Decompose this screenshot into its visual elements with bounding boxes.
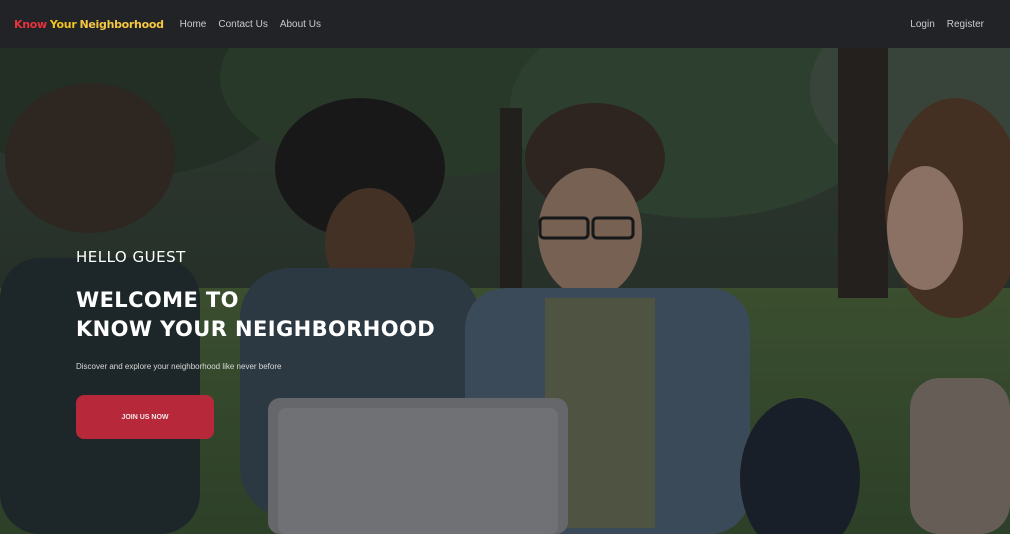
nav-link-contact-us[interactable]: Contact Us xyxy=(218,19,267,30)
nav-link-home[interactable]: Home xyxy=(180,19,207,30)
top-navbar: Know Your Neighborhood Home Contact Us A… xyxy=(0,0,1010,48)
login-link[interactable]: Login xyxy=(910,19,934,30)
brand-word-your: Your xyxy=(49,17,77,31)
brand-logo[interactable]: Know Your Neighborhood xyxy=(14,18,164,31)
hero-title-line-2: KNOW YOUR NEIGHBORHOOD xyxy=(76,317,436,341)
nav-links: Home Contact Us About Us xyxy=(180,19,321,30)
register-link[interactable]: Register xyxy=(947,19,984,30)
auth-links: Login Register xyxy=(910,19,996,30)
brand-word-know: Know xyxy=(14,17,47,31)
hero-title: WELCOME TO KNOW YOUR NEIGHBORHOOD xyxy=(76,286,435,344)
hero-section: HELLO GUEST WELCOME TO KNOW YOUR NEIGHBO… xyxy=(0,48,1010,534)
hero-content: HELLO GUEST WELCOME TO KNOW YOUR NEIGHBO… xyxy=(76,248,435,439)
nav-link-about-us[interactable]: About Us xyxy=(280,19,321,30)
hero-greeting: HELLO GUEST xyxy=(76,248,186,266)
hero-title-line-1: WELCOME TO xyxy=(76,288,239,312)
join-us-button[interactable]: JOIN US NOW xyxy=(76,395,214,439)
hero-subtitle: Discover and explore your neighborhood l… xyxy=(76,362,282,371)
brand-word-neighborhood: Neighborhood xyxy=(79,17,164,31)
